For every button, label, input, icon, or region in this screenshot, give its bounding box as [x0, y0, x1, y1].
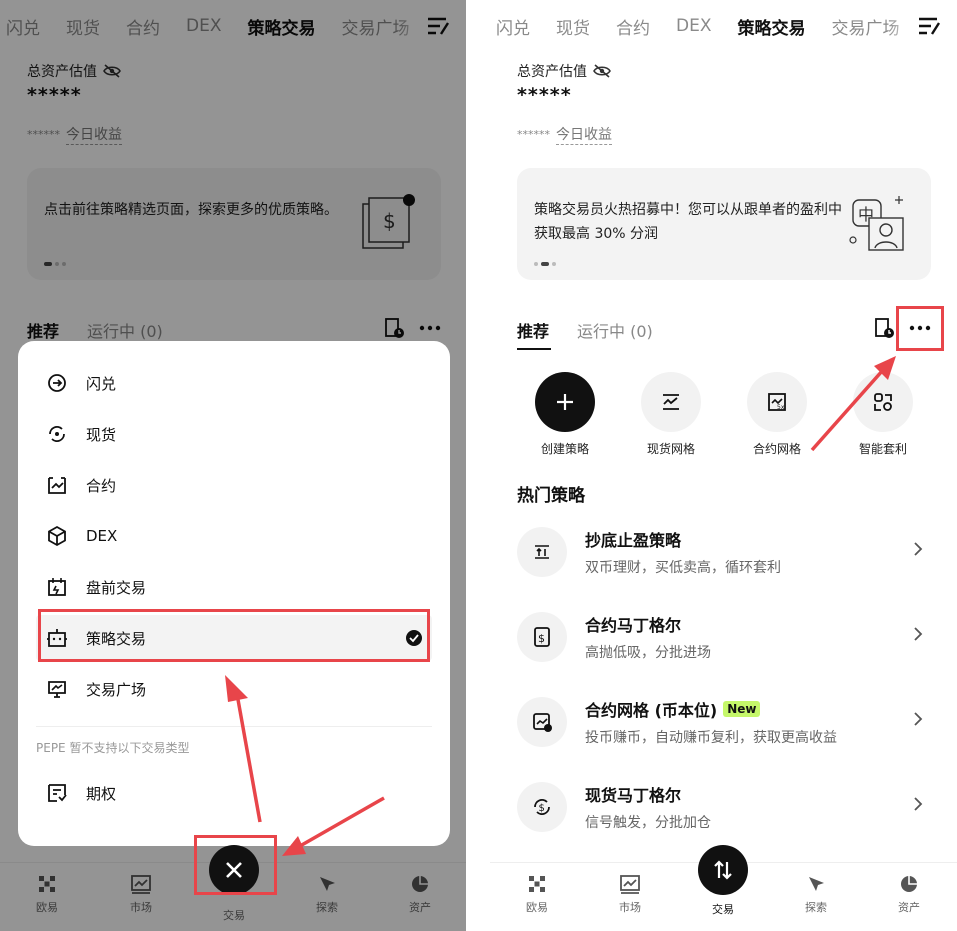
- annotation-arrow: [810, 356, 896, 452]
- panel-divider: [466, 0, 490, 931]
- left-screen: 闪兑 现货 合约 DEX 策略交易 交易广场 总资产估值 ***** *****…: [0, 0, 466, 931]
- right-screen: 闪兑 现货 合约 DEX 策略交易 交易广场 总资产估值 ***** *****…: [490, 0, 957, 931]
- annotation-arrows: [225, 675, 385, 856]
